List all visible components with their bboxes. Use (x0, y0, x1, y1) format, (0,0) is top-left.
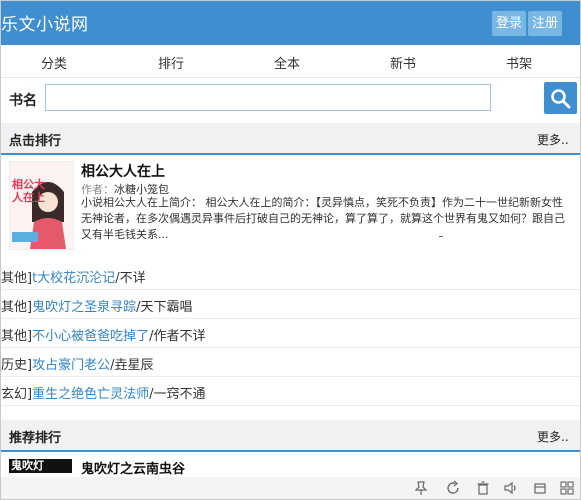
book-author: 一窍不通 (153, 387, 206, 402)
site-logo[interactable]: 乐文小说网 (1, 10, 89, 35)
search-bar: 书名 (1, 78, 580, 122)
grid-icon[interactable] (559, 480, 575, 496)
book-category: 其他] (1, 300, 33, 315)
section-header-click-rank: 点击排行 更多.. (1, 123, 580, 155)
book-link[interactable]: t大校花沉沦记 (32, 271, 115, 286)
site-header: 乐文小说网 登录 注册 (1, 1, 580, 45)
book-category: 其他] (1, 329, 33, 344)
search-icon (551, 89, 571, 109)
separator: / (115, 271, 120, 286)
book-title[interactable]: 鬼吹灯之云南虫谷 (81, 458, 185, 477)
book-cover[interactable]: 鬼吹灯 (9, 459, 72, 473)
list-item[interactable]: 玄幻]重生之绝色亡灵法师/一窍不通 (1, 377, 580, 406)
book-link[interactable]: 重生之绝色亡灵法师 (32, 387, 149, 402)
book-title[interactable]: 相公大人在上 (81, 161, 165, 181)
pin-icon[interactable] (413, 480, 429, 496)
main-nav: 分类 排行 全本 新书 书架 (1, 45, 580, 78)
list-item[interactable]: 其他]鬼吹灯之圣泉寻踪/天下霸唱 (1, 290, 580, 319)
section-title: 点击排行 (9, 134, 62, 149)
section-header-recommend-rank: 推荐排行 更多.. (1, 420, 580, 452)
featured-book[interactable]: 相公大人在上 相公大人在上 作者：冰糖小笼包 小说相公大人在上简介： 相公大人在… (1, 156, 580, 258)
search-input[interactable] (45, 84, 491, 111)
book-link[interactable]: 鬼吹灯之圣泉寻踪 (32, 300, 136, 315)
trash-icon[interactable] (475, 480, 491, 496)
nav-item-new-books[interactable]: 新书 (390, 53, 416, 72)
nav-item-category[interactable]: 分类 (41, 53, 67, 72)
book-cover[interactable]: 相公大人在上 (9, 161, 74, 250)
book-link[interactable]: 不小心被爸爸吃掉了 (32, 329, 149, 344)
list-item[interactable]: 历史]攻占豪门老公/垚星辰 (1, 348, 580, 377)
book-category: 历史] (1, 358, 33, 373)
book-author: 天下霸唱 (140, 300, 193, 315)
login-button[interactable]: 登录 (492, 11, 527, 36)
system-tray (1, 477, 580, 499)
book-intro: 小说相公大人在上简介： 相公大人在上的简介：【灵异慎点，笑死不负责】作为二十一世… (81, 196, 565, 241)
cover-title-text: 相公大人在上 (12, 178, 45, 204)
nav-item-ranking[interactable]: 排行 (158, 53, 184, 72)
book-category: 其他] (1, 271, 33, 286)
register-button[interactable]: 注册 (528, 11, 563, 36)
book-author: 不详 (119, 271, 146, 286)
window-icon[interactable] (532, 480, 548, 496)
browser-viewport: 乐文小说网 登录 注册 分类 排行 全本 新书 书架 书名 点击排行 更多.. (0, 0, 581, 500)
cover-art (10, 162, 73, 249)
section-title: 推荐排行 (9, 431, 62, 446)
more-link[interactable]: 更多.. (537, 428, 569, 445)
list-item[interactable]: 其他]不小心被爸爸吃掉了/作者不详 (1, 319, 580, 348)
book-author: 垚星辰 (114, 358, 154, 373)
nav-item-complete[interactable]: 全本 (274, 53, 300, 72)
book-link[interactable]: 攻占豪门老公 (32, 358, 110, 373)
search-label: 书名 (9, 93, 37, 109)
search-button[interactable] (544, 82, 577, 114)
nav-item-bookshelf[interactable]: 书架 (506, 53, 532, 72)
more-link[interactable]: 更多.. (537, 131, 569, 148)
recommend-book[interactable]: 鬼吹灯 鬼吹灯之云南虫谷 (1, 457, 580, 477)
refresh-icon[interactable] (445, 480, 461, 496)
book-category: 玄幻] (1, 387, 33, 402)
divider (439, 236, 443, 237)
speaker-icon[interactable] (503, 480, 519, 496)
list-item[interactable]: 其他]t大校花沉沦记/不详 (1, 261, 580, 290)
book-author: 作者不详 (153, 329, 206, 344)
